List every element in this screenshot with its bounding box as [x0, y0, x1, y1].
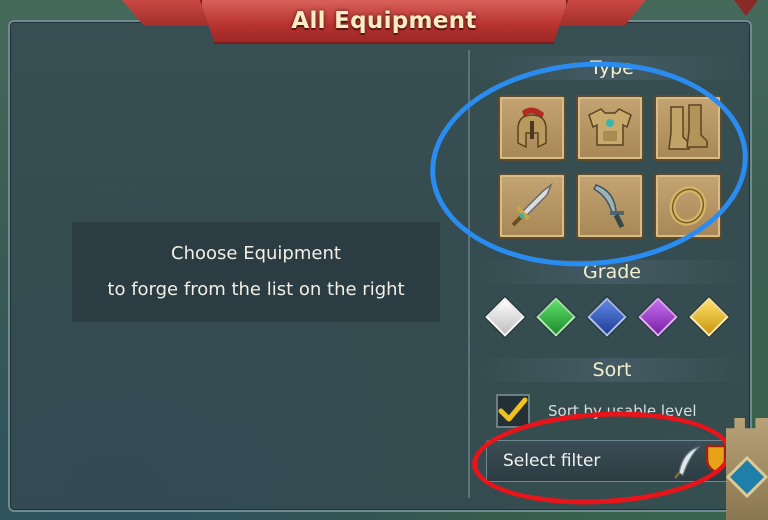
- grade-green-button[interactable]: [536, 297, 576, 337]
- grade-gold-button[interactable]: [689, 297, 729, 337]
- grade-filter-row: [485, 297, 729, 337]
- empty-state-message: Choose Equipment to forge from the list …: [72, 222, 440, 322]
- message-line-1: Choose Equipment: [171, 243, 341, 264]
- message-line-2: to forge from the list on the right: [107, 279, 405, 300]
- title-banner: All Equipment: [200, 0, 568, 44]
- grade-purple-button[interactable]: [638, 297, 678, 337]
- grade-white-button[interactable]: [485, 297, 525, 337]
- gold-gem-icon: [689, 297, 729, 337]
- checkmark-icon: [498, 397, 528, 422]
- page-title: All Equipment: [291, 8, 477, 34]
- sort-heading: Sort: [478, 358, 746, 382]
- white-gem-icon: [485, 297, 525, 337]
- blue-gem-icon: [587, 297, 627, 337]
- sort-heading-label: Sort: [592, 359, 632, 381]
- sort-checkbox[interactable]: [496, 394, 530, 428]
- grade-blue-button[interactable]: [587, 297, 627, 337]
- purple-gem-icon: [638, 297, 678, 337]
- green-gem-icon: [536, 297, 576, 337]
